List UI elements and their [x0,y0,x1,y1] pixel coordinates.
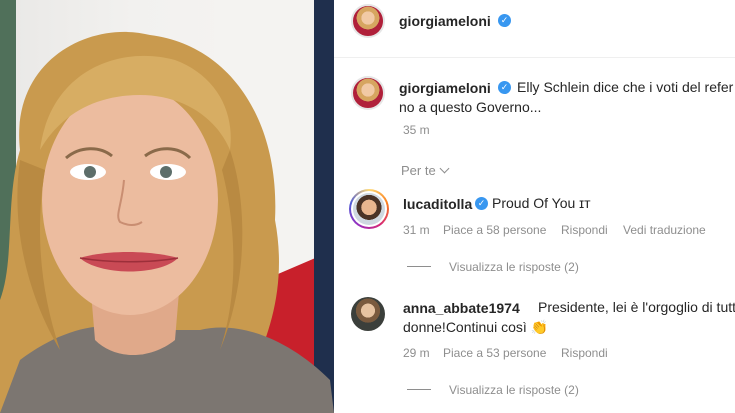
post-header: giorgiameloni ✓ [334,0,735,58]
replies-divider [407,389,431,390]
chevron-down-icon [439,163,450,174]
view-replies-button[interactable]: Visualizza le risposte (2) [449,260,579,274]
author-username[interactable]: giorgiameloni [399,13,491,29]
view-replies-button[interactable]: Visualizza le risposte (2) [449,383,579,397]
caption-avatar[interactable] [351,76,385,110]
caption-text-line2: no a questo Governo... [399,99,542,115]
verified-icon: ✓ [498,81,511,94]
comment-time: 29 m [403,346,430,360]
commenter-avatar-anna[interactable] [351,297,385,331]
reply-button[interactable]: Rispondi [561,346,608,360]
caption-time: 35 m [403,123,430,137]
comment-time: 31 m [403,223,430,237]
verified-icon: ✓ [475,197,488,210]
comment-username[interactable]: anna_abbate1974 [403,300,520,316]
comment-text: Proud Of You ɪт [492,195,591,211]
comment-likes[interactable]: Piace a 58 persone [443,223,546,237]
reply-button[interactable]: Rispondi [561,223,608,237]
comment-likes[interactable]: Piace a 53 persone [443,346,546,360]
filter-label: Per te [401,163,436,178]
caption-text-line1: Elly Schlein dice che i voti del refer [517,79,734,95]
replies-divider [407,266,431,267]
comment-text-line2: donne!Continui così 👏 [403,319,549,336]
comment-filter-dropdown[interactable]: Per te [401,163,450,178]
commenter-avatar-luca[interactable] [349,189,389,229]
author-avatar[interactable] [351,4,385,38]
portrait-illustration [0,31,334,413]
comments-panel: giorgiameloni ✓ giorgiameloni ✓ Elly Sch… [334,0,735,413]
clap-emoji: 👏 [530,320,549,336]
verified-icon: ✓ [498,14,511,27]
comment-text-line1: Presidente, lei è l'orgoglio di tutte [538,299,735,315]
comment-username[interactable]: lucaditolla [403,196,472,212]
translate-button[interactable]: Vedi traduzione [623,223,706,237]
post-photo [0,0,334,413]
caption-username[interactable]: giorgiameloni [399,80,491,96]
